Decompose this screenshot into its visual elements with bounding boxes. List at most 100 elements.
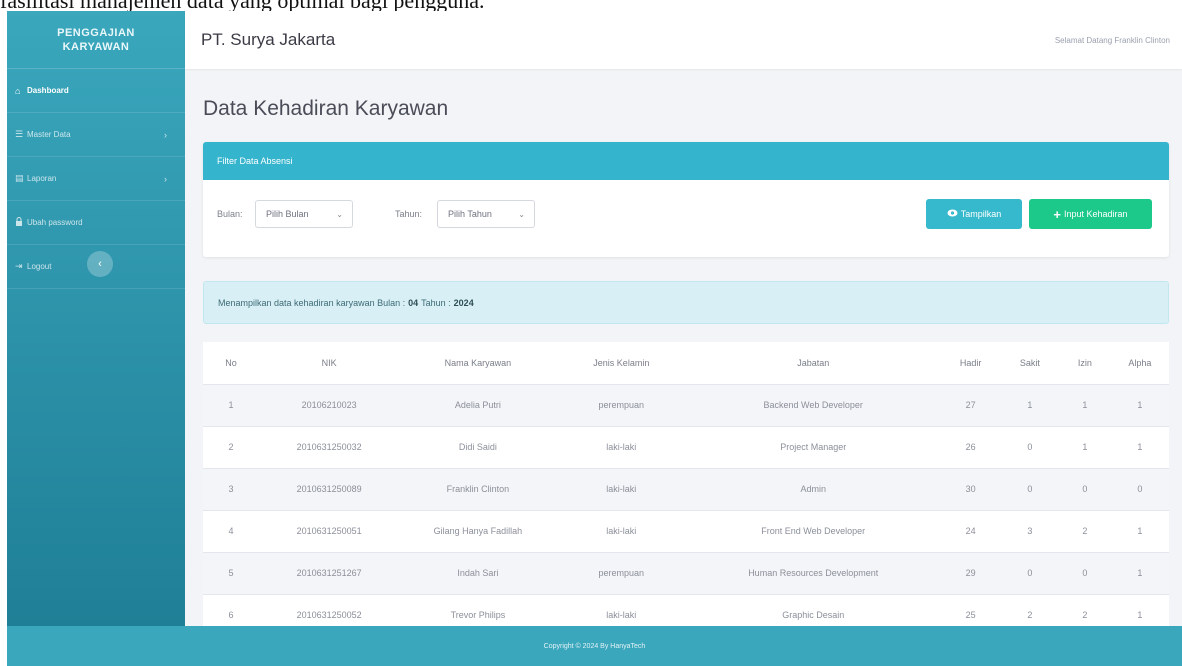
table-cell: laki-laki	[556, 426, 686, 469]
table-cell: Admin	[686, 468, 941, 511]
chevron-left-icon: ‹	[98, 258, 102, 270]
brand-line-1: PENGGAJIAN	[57, 26, 135, 39]
table-cell: 29	[940, 552, 1001, 595]
sidebar-item-laporan[interactable]: ▤ Laporan ›	[7, 157, 185, 201]
table-cell: Human Resources Development	[686, 552, 941, 595]
table-cell: 6	[203, 594, 260, 626]
info-prefix: Menampilkan data kehadiran karyawan Bula…	[218, 297, 406, 308]
database-icon: ☰	[15, 129, 24, 139]
table-cell: 1	[1110, 552, 1169, 595]
sidebar: PENGGAJIAN KARYAWAN ⌂ Dashboard ☰ Master…	[7, 11, 185, 626]
table-cell: Didi Saidi	[399, 426, 557, 469]
column-header: Jabatan	[686, 342, 941, 385]
logout-icon: ⇥	[15, 261, 23, 271]
table-cell: 1	[203, 384, 260, 427]
table-cell: 2010631251267	[259, 552, 400, 595]
table-cell: laki-laki	[556, 510, 686, 553]
sidebar-item-master-data[interactable]: ☰ Master Data ›	[7, 113, 185, 157]
tahun-select[interactable]: Pilih Tahun ⌄	[437, 200, 535, 228]
table-row: 3 2010631250089 Franklin Clinton laki-la…	[203, 468, 1169, 511]
main-content: PT. Surya Jakarta Selamat Datang Frankli…	[185, 11, 1182, 626]
table-cell: 3	[203, 468, 260, 511]
tahun-label: Tahun:	[395, 209, 423, 219]
table-cell: 1	[1110, 594, 1169, 626]
table-cell: Project Manager	[686, 426, 941, 469]
column-header: Alpha	[1110, 342, 1169, 385]
filter-card-header: Filter Data Absensi	[203, 142, 1169, 180]
sidebar-toggle-button[interactable]: ‹	[87, 251, 113, 277]
table-cell: Backend Web Developer	[686, 384, 941, 427]
table-cell: Gilang Hanya Fadillah	[399, 510, 557, 553]
column-header: Sakit	[1000, 342, 1060, 385]
table-cell: 0	[1000, 552, 1060, 595]
table-cell: 1	[1059, 426, 1111, 469]
copyright-text: Copyright © 2024 By HanyaTech	[543, 642, 646, 650]
bulan-label: Bulan:	[217, 209, 243, 219]
table-cell: 27	[940, 384, 1001, 427]
eye-icon	[947, 209, 958, 219]
table-cell: 2	[1059, 594, 1111, 626]
table-cell: 0	[1110, 468, 1169, 511]
table-row: 1 20106210023 Adelia Putri perempuan Bac…	[203, 384, 1169, 427]
sidebar-item-label: Ubah password	[27, 218, 83, 227]
document-caption: fasilitasi manajemen data yang optimal b…	[0, 0, 1182, 11]
table-cell: 1	[1110, 510, 1169, 553]
sidebar-item-dashboard[interactable]: ⌂ Dashboard	[7, 69, 185, 113]
table-cell: 24	[940, 510, 1001, 553]
attendance-table: No NIK Nama Karyawan Jenis Kelamin Jabat…	[203, 342, 1169, 626]
home-icon: ⌂	[15, 85, 21, 96]
table-row: 6 2010631250052 Trevor Philips laki-laki…	[203, 594, 1169, 626]
table-cell: perempuan	[556, 384, 686, 427]
topbar: PT. Surya Jakarta Selamat Datang Frankli…	[185, 11, 1182, 69]
column-header: No	[203, 342, 260, 385]
filter-card: Filter Data Absensi Bulan: Pilih Bulan ⌄…	[203, 142, 1169, 257]
show-button[interactable]: Tampilkan	[926, 199, 1022, 229]
table-cell: laki-laki	[556, 468, 686, 511]
chevron-down-icon: ⌄	[518, 209, 525, 219]
column-header: Hadir	[940, 342, 1001, 385]
user-greeting[interactable]: Selamat Datang Franklin Clinton	[1055, 36, 1170, 45]
table-cell: Franklin Clinton	[399, 468, 557, 511]
sidebar-item-label: Logout	[27, 262, 52, 271]
table-cell: 3	[1000, 510, 1060, 553]
table-cell: 26	[940, 426, 1001, 469]
table-cell: 25	[940, 594, 1001, 626]
table-cell: 2010631250032	[259, 426, 400, 469]
info-alert: Menampilkan data kehadiran karyawan Bula…	[203, 281, 1169, 324]
table-cell: 2	[1000, 594, 1060, 626]
bulan-select[interactable]: Pilih Bulan ⌄	[255, 200, 353, 228]
chevron-down-icon: ⌄	[336, 209, 343, 219]
tahun-select-value: Pilih Tahun	[448, 209, 492, 219]
column-header: Izin	[1059, 342, 1111, 385]
table-cell: 0	[1000, 426, 1060, 469]
table-cell: 2010631250089	[259, 468, 400, 511]
column-header: NIK	[259, 342, 400, 385]
input-attendance-button-label: Input Kehadiran	[1064, 209, 1128, 219]
table-cell: 0	[1000, 468, 1060, 511]
chevron-right-icon: ›	[164, 129, 167, 140]
chevron-right-icon: ›	[164, 173, 167, 184]
info-tahun-label: Tahun :	[421, 297, 451, 308]
table-cell: laki-laki	[556, 594, 686, 626]
sidebar-item-ubah-password[interactable]: Ubah password	[7, 201, 185, 245]
table-cell: 1	[1110, 426, 1169, 469]
lock-icon	[15, 217, 27, 228]
bulan-select-value: Pilih Bulan	[266, 209, 309, 219]
table-row: 2 2010631250032 Didi Saidi laki-laki Pro…	[203, 426, 1169, 469]
show-button-label: Tampilkan	[960, 209, 1002, 219]
info-tahun-value: 2024	[453, 297, 474, 308]
table-cell: 2010631250051	[259, 510, 400, 553]
filter-row: Bulan: Pilih Bulan ⌄ Tahun: Pilih Tahun …	[203, 196, 1169, 232]
plus-icon: +	[1053, 206, 1062, 222]
sidebar-item-label: Laporan	[27, 174, 57, 183]
sidebar-brand[interactable]: PENGGAJIAN KARYAWAN	[7, 11, 185, 69]
table-cell: 2	[203, 426, 260, 469]
table-cell: 1	[1110, 384, 1169, 427]
table-cell: 30	[940, 468, 1001, 511]
app-root: fasilitasi manajemen data yang optimal b…	[0, 0, 1182, 666]
table-cell: 5	[203, 552, 260, 595]
sidebar-item-label: Master Data	[27, 130, 71, 139]
table-cell: 20106210023	[259, 384, 400, 427]
input-attendance-button[interactable]: + Input Kehadiran	[1029, 199, 1152, 229]
column-header: Jenis Kelamin	[556, 342, 686, 385]
